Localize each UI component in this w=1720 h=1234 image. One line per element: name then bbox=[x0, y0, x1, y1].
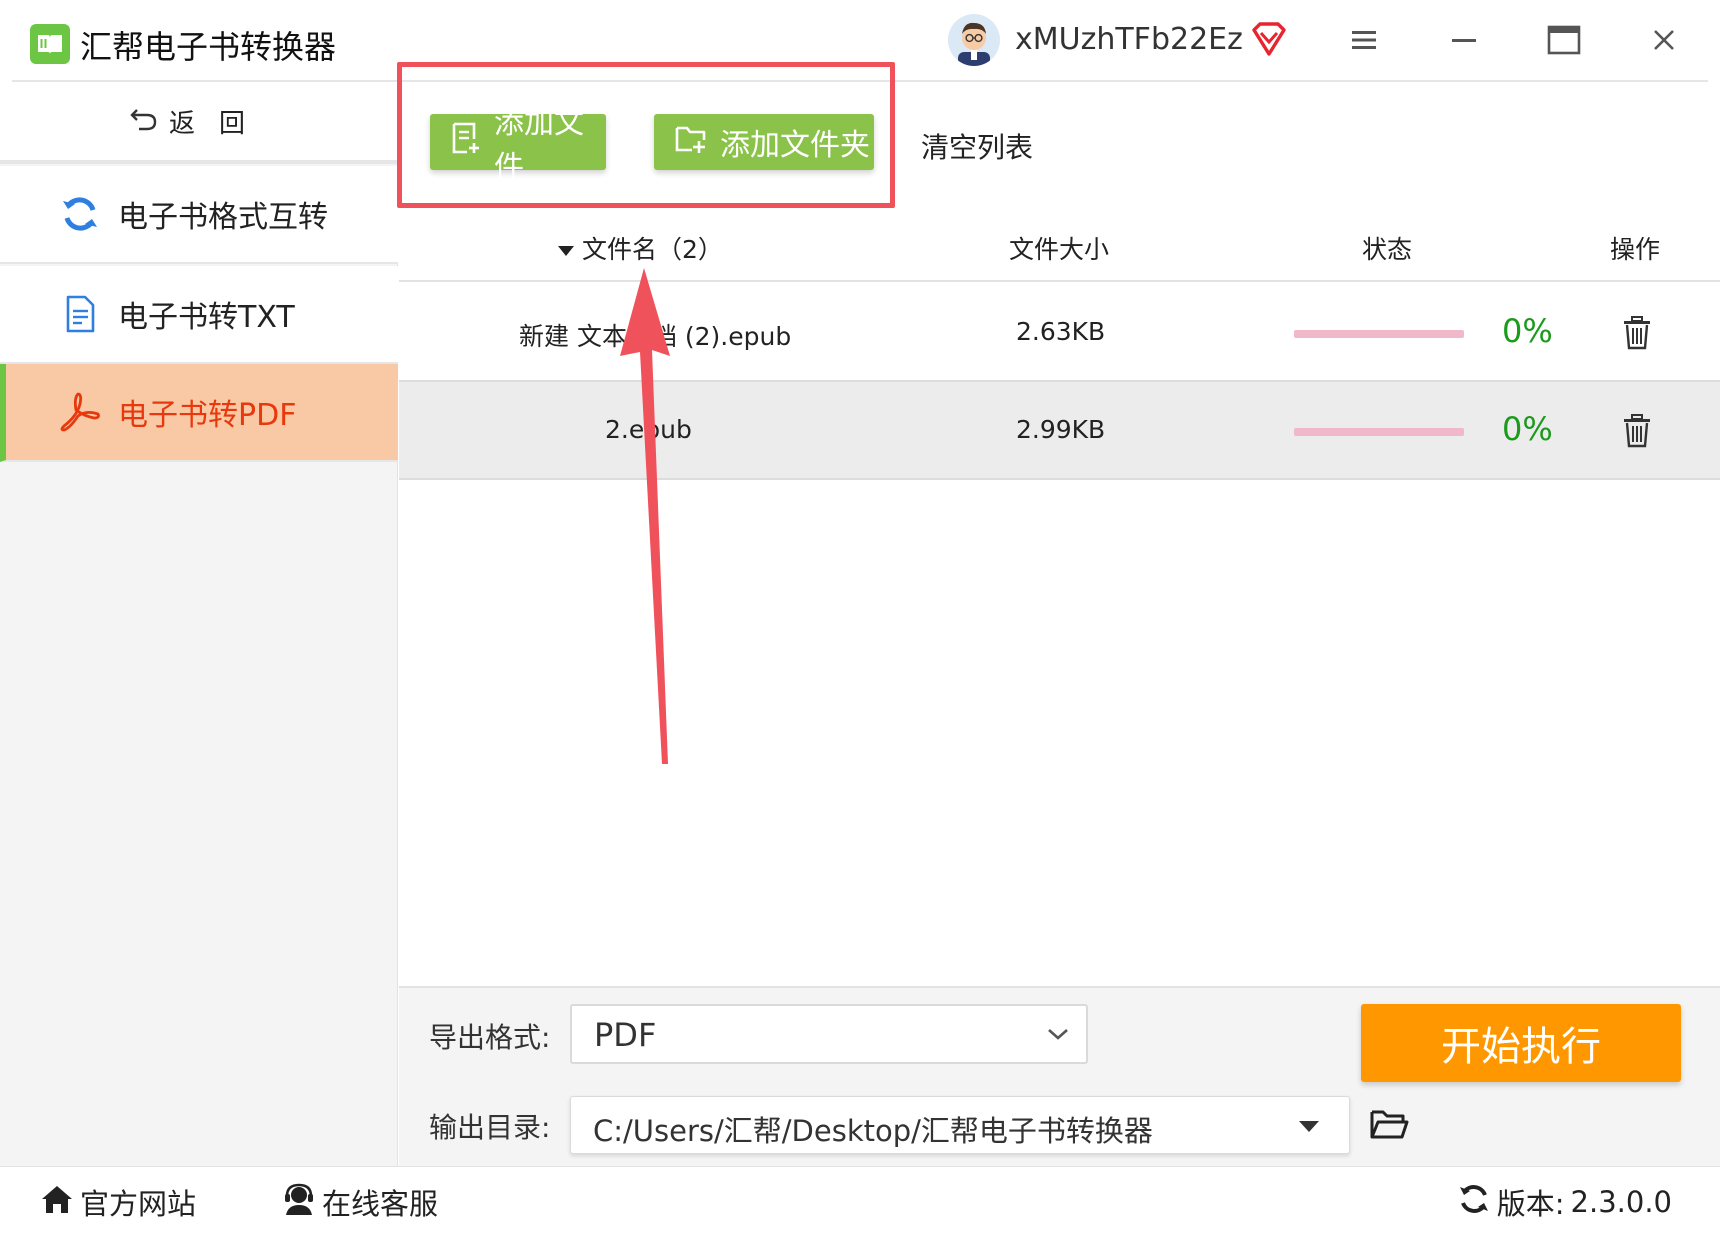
sidebar-item-to-pdf[interactable]: 电子书转PDF bbox=[0, 364, 398, 462]
filename-header-label: 文件名（2） bbox=[582, 235, 723, 264]
table-header: 文件名（2） 文件大小 状态 操作 bbox=[399, 210, 1720, 282]
action-header: 操作 bbox=[1610, 235, 1661, 264]
output-dir-value: C:/Users/汇帮/Desktop/汇帮电子书转换器 bbox=[593, 1114, 1153, 1148]
refresh-icon bbox=[56, 190, 104, 238]
row-size: 2.63KB bbox=[1016, 317, 1106, 346]
sidebar-item-label: 电子书转TXT bbox=[118, 300, 295, 335]
filename-header[interactable]: 文件名（2） bbox=[558, 230, 723, 266]
app-title: 汇帮电子书转换器 bbox=[80, 28, 337, 66]
output-dir-select[interactable]: C:/Users/汇帮/Desktop/汇帮电子书转换器 bbox=[570, 1096, 1350, 1154]
headset-icon bbox=[282, 1182, 316, 1223]
progress-percent: 0% bbox=[1502, 410, 1553, 448]
username: xMUzhTFb22Ez bbox=[1015, 22, 1243, 57]
sort-triangle-icon bbox=[558, 246, 574, 256]
official-website-label: 官方网站 bbox=[80, 1187, 197, 1221]
official-website-link[interactable]: 官方网站 bbox=[40, 1181, 196, 1223]
home-icon bbox=[40, 1183, 74, 1222]
pdf-icon bbox=[56, 388, 104, 436]
output-settings-panel: 导出格式: PDF 输出目录: C:/Users/汇帮/Desktop/汇帮电子… bbox=[399, 986, 1720, 1166]
user-avatar[interactable] bbox=[948, 14, 1000, 66]
version-info[interactable]: 版本: 2.3.0.0 bbox=[1457, 1181, 1672, 1223]
close-icon[interactable] bbox=[1644, 20, 1684, 60]
export-format-value: PDF bbox=[594, 1016, 657, 1054]
update-refresh-icon bbox=[1457, 1182, 1491, 1223]
open-folder-icon[interactable] bbox=[1369, 1106, 1409, 1142]
version-value: 2.3.0.0 bbox=[1570, 1185, 1672, 1219]
chevron-down-icon bbox=[1046, 1024, 1070, 1048]
hamburger-menu-icon[interactable] bbox=[1344, 20, 1384, 60]
size-header: 文件大小 bbox=[1009, 235, 1110, 264]
progress-percent: 0% bbox=[1502, 312, 1553, 350]
version-label: 版本: bbox=[1496, 1187, 1565, 1221]
footer: 官方网站 在线客服 版本: 2.3.0.0 bbox=[0, 1166, 1720, 1234]
sidebar-item-format-convert[interactable]: 电子书格式互转 bbox=[0, 166, 398, 264]
table-row[interactable]: 新建 文本文档 (2).epub 2.63KB 0% bbox=[399, 284, 1720, 382]
row-size: 2.99KB bbox=[1016, 415, 1106, 444]
export-format-select[interactable]: PDF bbox=[570, 1004, 1088, 1064]
app-logo-book-icon bbox=[30, 24, 70, 64]
trash-icon[interactable] bbox=[1621, 414, 1653, 448]
minimize-icon[interactable] bbox=[1444, 20, 1484, 60]
back-label: 返回 bbox=[168, 108, 269, 139]
file-list-empty-area bbox=[399, 480, 1720, 986]
sidebar-item-label: 电子书转PDF bbox=[118, 398, 297, 433]
sidebar-item-to-txt[interactable]: 电子书转TXT bbox=[0, 266, 398, 364]
progress-bar bbox=[1294, 330, 1464, 338]
online-support-label: 在线客服 bbox=[322, 1187, 439, 1221]
back-button[interactable]: 返回 bbox=[0, 82, 398, 164]
vip-diamond-icon[interactable] bbox=[1250, 20, 1288, 58]
row-filename: 新建 文本文档 (2).epub bbox=[519, 322, 792, 351]
clear-list-button[interactable]: 清空列表 bbox=[921, 126, 1033, 166]
online-support-link[interactable]: 在线客服 bbox=[282, 1181, 438, 1223]
start-button[interactable]: 开始执行 bbox=[1361, 1004, 1681, 1082]
back-arrow-icon bbox=[129, 106, 159, 136]
dropdown-triangle-icon bbox=[1299, 1121, 1319, 1132]
sidebar-item-label: 电子书格式互转 bbox=[118, 200, 328, 235]
trash-icon[interactable] bbox=[1621, 316, 1653, 350]
maximize-icon[interactable] bbox=[1544, 20, 1584, 60]
output-dir-label: 输出目录: bbox=[429, 1111, 551, 1144]
document-icon bbox=[56, 290, 104, 338]
export-format-label: 导出格式: bbox=[429, 1021, 551, 1054]
progress-bar bbox=[1294, 428, 1464, 436]
table-row[interactable]: 2.epub 2.99KB 0% bbox=[399, 382, 1720, 480]
row-filename: 2.epub bbox=[605, 415, 692, 444]
status-header: 状态 bbox=[1362, 235, 1413, 264]
annotation-highlight-box bbox=[397, 62, 895, 208]
